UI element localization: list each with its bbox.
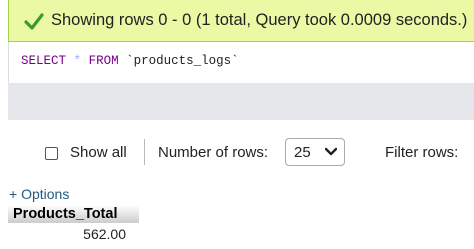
table-cell: 562.00 [83,226,126,242]
query-tools-panel [8,83,474,120]
divider [144,139,145,165]
success-message-bar: Showing rows 0 - 0 (1 total, Query took … [8,0,474,42]
column-header-products-total[interactable]: Products_Total [8,205,139,223]
chevron-down-icon [325,147,337,156]
sql-query-panel: SELECT * FROM `products_logs` [8,42,474,83]
number-of-rows-label: Number of rows: [158,144,269,161]
sql-table-name: `products_logs` [126,54,239,68]
sql-query[interactable]: SELECT * FROM `products_logs` [21,54,239,68]
navigation-controls: Show all Number of rows: 25 Filter rows: [0,135,474,171]
show-all-label[interactable]: Show all [70,144,127,161]
success-message: Showing rows 0 - 0 (1 total, Query took … [51,11,468,29]
sql-star: * [73,54,82,68]
sql-select-keyword: SELECT [21,54,67,68]
sql-from-keyword: FROM [88,54,119,68]
options-link[interactable]: + Options [9,186,69,202]
check-icon [24,12,44,30]
number-of-rows-value: 25 [294,144,311,161]
number-of-rows-select[interactable]: 25 [285,138,345,166]
filter-rows-label: Filter rows: [385,144,459,161]
show-all-checkbox[interactable] [45,147,58,160]
